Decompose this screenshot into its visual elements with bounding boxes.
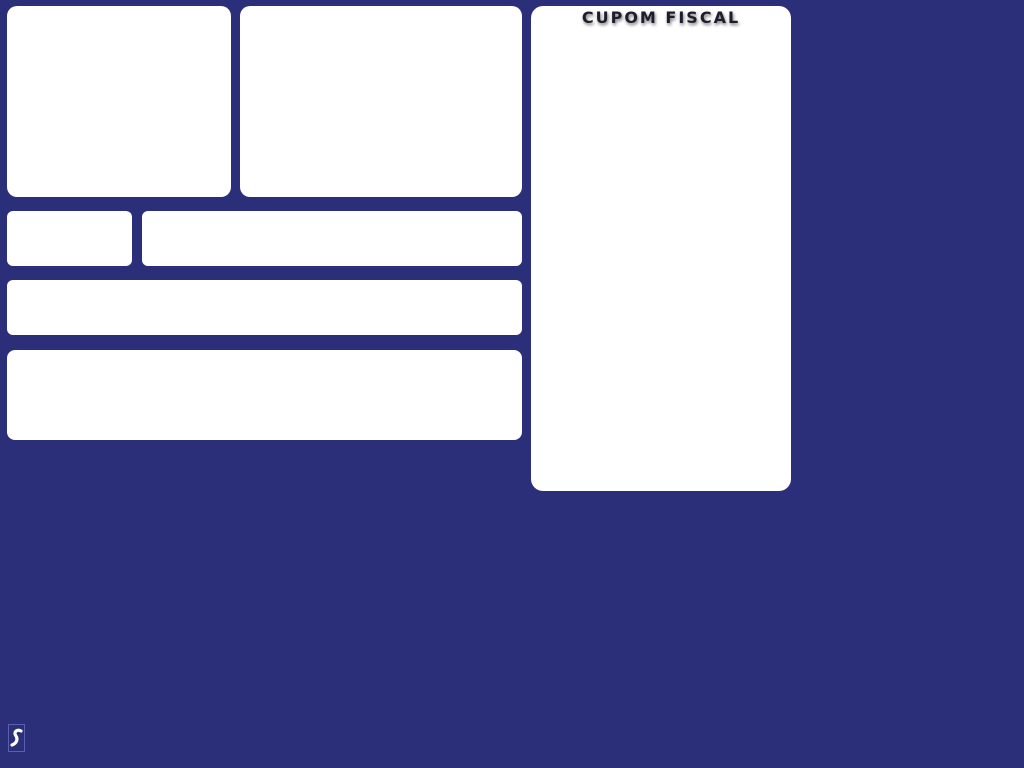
- brand-logo: [8, 724, 25, 752]
- field-panel-full-width: [7, 280, 522, 335]
- receipt-title: CUPOM FISCAL: [581, 8, 741, 27]
- receipt-panel: CUPOM FISCAL: [531, 6, 791, 491]
- info-panel-top-center: [240, 6, 522, 197]
- info-panel-top-left: [7, 6, 231, 197]
- stylized-s-logo-icon: [10, 728, 23, 747]
- message-panel: [7, 350, 522, 440]
- field-panel-small: [7, 211, 132, 266]
- field-panel-wide: [142, 211, 522, 266]
